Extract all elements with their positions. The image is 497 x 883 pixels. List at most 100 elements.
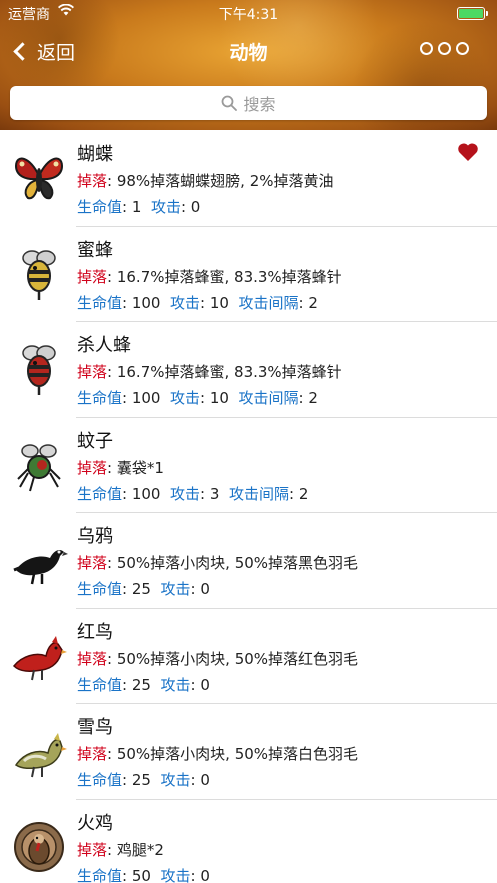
attack-value: 10	[209, 293, 229, 312]
attack-interval-value: 2	[298, 484, 309, 503]
health-value: 25	[131, 771, 151, 789]
health-value: 1	[131, 198, 142, 216]
drops-value: 16.7%掉落蜂蜜, 83.3%掉落蜂针	[116, 267, 342, 286]
search-icon	[222, 95, 238, 111]
animal-name: 蜜蜂	[77, 239, 113, 261]
animal-name: 乌鸦	[77, 526, 113, 547]
battery-icon	[457, 7, 488, 20]
health-label: 生命值	[77, 866, 123, 883]
snowbird-icon	[10, 721, 68, 781]
drops-value: 98%掉落蝴蝶翅膀, 2%掉落黄油	[116, 172, 334, 190]
list-item[interactable]: 乌鸦 掉落: 50%掉落小肉块, 50%掉落黑色羽毛 生命值: 25 攻击: 0	[0, 512, 497, 609]
stats-line: 生命值: 1 攻击: 0	[77, 198, 201, 216]
butterfly-icon	[10, 148, 68, 208]
attack-value: 0	[200, 771, 210, 789]
bee-icon	[10, 244, 68, 304]
drops-line: 掉落: 98%掉落蝴蝶翅膀, 2%掉落黄油	[77, 172, 334, 190]
turkey-icon	[10, 817, 68, 877]
drops-label: 掉落	[77, 745, 108, 763]
list-item[interactable]: 蜜蜂 掉落: 16.7%掉落蜂蜜, 83.3%掉落蜂针 生命值: 100 攻击:…	[0, 226, 497, 322]
attack-interval-value: 2	[308, 293, 318, 312]
drops-label: 掉落	[77, 172, 108, 190]
attack-value: 3	[209, 484, 220, 503]
health-value: 100	[131, 484, 161, 503]
mosquito-icon	[10, 435, 68, 495]
health-value: 25	[131, 675, 151, 694]
favorite-heart-icon[interactable]	[457, 142, 479, 166]
drops-label: 掉落	[77, 840, 108, 859]
animal-list: 蝴蝶 掉落: 98%掉落蝴蝶翅膀, 2%掉落黄油 生命值: 1 攻击: 0 蜜蜂…	[0, 130, 497, 883]
health-label: 生命值	[77, 771, 123, 789]
health-label: 生命值	[77, 484, 123, 503]
attack-interval-label: 攻击间隔	[238, 293, 299, 312]
list-item[interactable]: 雪鸟 掉落: 50%掉落小肉块, 50%掉落白色羽毛 生命值: 25 攻击: 0	[0, 703, 497, 800]
list-item[interactable]: 火鸡 掉落: 鸡腿*2 生命值: 50 攻击: 0	[0, 799, 497, 883]
health-value: 100	[131, 389, 161, 407]
drops-value: 鸡腿*2	[116, 840, 164, 859]
attack-label: 攻击	[150, 198, 181, 216]
health-label: 生命值	[77, 580, 123, 598]
stats-line: 生命值: 100 攻击: 10 攻击间隔: 2	[77, 293, 318, 312]
attack-value: 0	[200, 675, 210, 694]
attack-label: 攻击	[160, 866, 191, 883]
stats-line: 生命值: 100 攻击: 10 攻击间隔: 2	[77, 389, 318, 407]
drops-value: 50%掉落小肉块, 50%掉落黑色羽毛	[116, 554, 359, 572]
drops-label: 掉落	[77, 458, 108, 477]
list-item[interactable]: 红鸟 掉落: 50%掉落小肉块, 50%掉落红色羽毛 生命值: 25 攻击: 0	[0, 608, 497, 704]
stats-line: 生命值: 50 攻击: 0	[77, 866, 210, 883]
killer-bee-icon	[10, 339, 68, 399]
header-background: 运营商 下午4:31 返回 动物 搜索	[0, 0, 497, 130]
search-placeholder: 搜索	[243, 95, 276, 114]
drops-label: 掉落	[77, 649, 108, 668]
stats-line: 生命值: 25 攻击: 0	[77, 580, 210, 598]
attack-label: 攻击	[170, 293, 201, 312]
drops-line: 掉落: 16.7%掉落蜂蜜, 83.3%掉落蜂针	[77, 267, 342, 286]
drops-value: 16.7%掉落蜂蜜, 83.3%掉落蜂针	[116, 363, 342, 381]
health-label: 生命值	[77, 675, 123, 694]
animal-name: 蚊子	[77, 430, 113, 452]
attack-interval-value: 2	[308, 389, 318, 407]
status-bar: 运营商 下午4:31	[0, 0, 497, 26]
attack-label: 攻击	[160, 580, 191, 598]
attack-label: 攻击	[170, 484, 201, 503]
drops-line: 掉落: 50%掉落小肉块, 50%掉落白色羽毛	[77, 745, 359, 763]
animal-name: 杀人蜂	[77, 335, 131, 356]
attack-interval-label: 攻击间隔	[238, 389, 299, 407]
drops-line: 掉落: 50%掉落小肉块, 50%掉落黑色羽毛	[77, 554, 359, 572]
stats-line: 生命值: 25 攻击: 0	[77, 771, 210, 789]
stats-line: 生命值: 25 攻击: 0	[77, 675, 210, 694]
animal-name: 火鸡	[77, 812, 113, 834]
drops-label: 掉落	[77, 554, 108, 572]
drops-label: 掉落	[77, 267, 108, 286]
health-label: 生命值	[77, 389, 123, 407]
health-value: 50	[131, 866, 151, 883]
attack-label: 攻击	[160, 771, 191, 789]
drops-line: 掉落: 囊袋*1	[77, 458, 164, 477]
health-label: 生命值	[77, 198, 123, 216]
drops-line: 掉落: 16.7%掉落蜂蜜, 83.3%掉落蜂针	[77, 363, 342, 381]
attack-value: 0	[190, 198, 201, 216]
health-value: 100	[131, 293, 161, 312]
drops-line: 掉落: 50%掉落小肉块, 50%掉落红色羽毛	[77, 649, 359, 668]
drops-label: 掉落	[77, 363, 108, 381]
health-label: 生命值	[77, 293, 123, 312]
health-value: 25	[131, 580, 151, 598]
navigation-bar: 返回 动物	[0, 30, 497, 74]
list-item[interactable]: 蚊子 掉落: 囊袋*1 生命值: 100 攻击: 3 攻击间隔: 2	[0, 417, 497, 513]
stats-line: 生命值: 100 攻击: 3 攻击间隔: 2	[77, 484, 309, 503]
attack-interval-label: 攻击间隔	[228, 484, 289, 503]
animal-name: 雪鸟	[77, 717, 113, 738]
list-item[interactable]: 蝴蝶 掉落: 98%掉落蝴蝶翅膀, 2%掉落黄油 生命值: 1 攻击: 0	[0, 130, 497, 227]
list-item[interactable]: 杀人蜂 掉落: 16.7%掉落蜂蜜, 83.3%掉落蜂针 生命值: 100 攻击…	[0, 321, 497, 418]
drops-line: 掉落: 鸡腿*2	[77, 840, 164, 859]
crow-icon	[10, 530, 68, 590]
attack-label: 攻击	[160, 675, 191, 694]
clock: 下午4:31	[218, 7, 279, 23]
animal-name: 蝴蝶	[77, 144, 113, 165]
more-dots-icon	[420, 42, 433, 55]
more-button[interactable]	[420, 42, 469, 55]
drops-value: 囊袋*1	[116, 458, 164, 477]
redbird-icon	[10, 626, 68, 686]
search-input[interactable]: 搜索	[10, 86, 487, 120]
attack-value: 0	[200, 866, 210, 883]
